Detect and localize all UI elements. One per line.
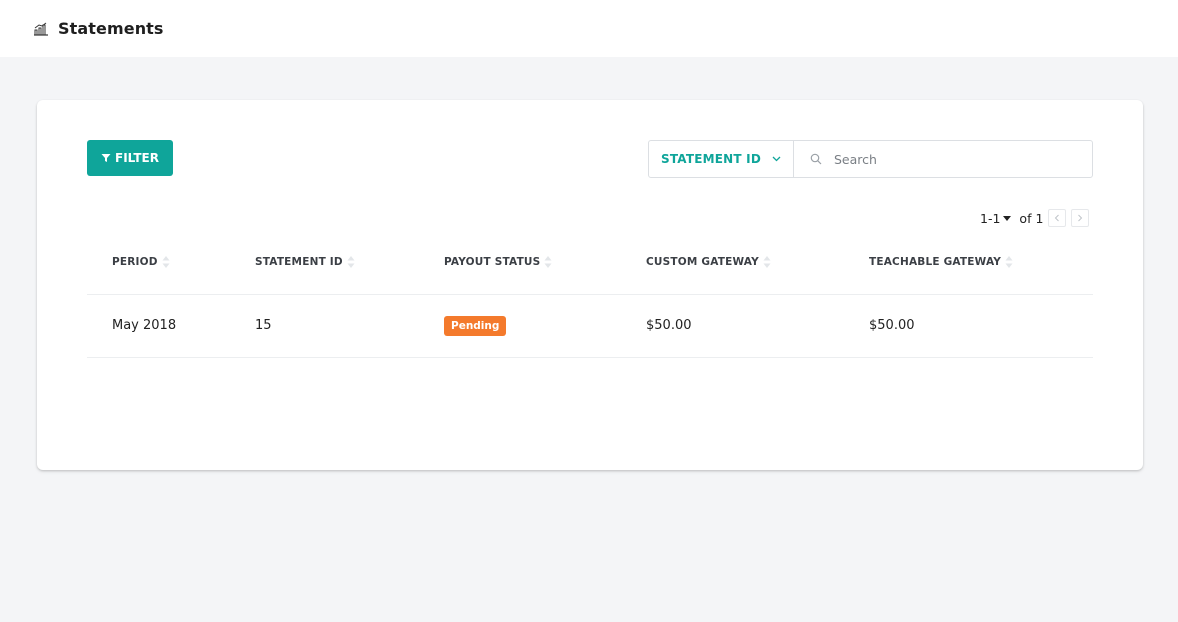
filter-icon xyxy=(101,153,111,163)
sort-icon xyxy=(162,255,170,269)
search-by-select[interactable]: STATEMENT ID xyxy=(649,141,794,177)
caret-down-icon xyxy=(1003,215,1012,221)
page-range-label: 1-1 xyxy=(980,210,1001,226)
search-field xyxy=(794,141,1092,177)
bar-chart-icon xyxy=(33,22,49,36)
column-header-payout-status[interactable]: PAYOUT STATUS xyxy=(419,231,621,295)
next-page-button[interactable] xyxy=(1071,209,1090,227)
page-title: Statements xyxy=(58,19,164,38)
column-header-statement-id[interactable]: STATEMENT ID xyxy=(230,231,419,295)
page-total-label: of 1 xyxy=(1019,210,1044,226)
search-icon xyxy=(810,153,822,165)
search-by-label: STATEMENT ID xyxy=(661,152,762,166)
statements-table: PERIOD STATEMENT ID PAYOUT STATUS CUSTOM… xyxy=(87,231,1093,358)
sort-icon xyxy=(544,255,552,269)
page-range-select[interactable]: 1-1 xyxy=(980,210,1012,226)
filter-button[interactable]: FILTER xyxy=(87,140,173,176)
column-header-period[interactable]: PERIOD xyxy=(87,231,230,295)
chevron-down-icon xyxy=(772,156,781,162)
table-row[interactable]: May 2018 15 Pending $50.00 $50.00 xyxy=(87,294,1093,358)
pagination: 1-1 of 1 xyxy=(980,208,1090,228)
search-input[interactable] xyxy=(834,141,1092,177)
cell-period: May 2018 xyxy=(87,294,230,358)
filter-button-label: FILTER xyxy=(115,151,159,165)
statements-card: FILTER STATEMENT ID 1-1 xyxy=(37,100,1143,470)
column-header-teachable-gateway[interactable]: TEACHABLE GATEWAY xyxy=(844,231,1093,295)
top-bar: Statements xyxy=(0,0,1178,57)
chevron-left-icon xyxy=(1055,214,1060,222)
column-header-custom-gateway[interactable]: CUSTOM GATEWAY xyxy=(621,231,844,295)
sort-icon xyxy=(763,255,771,269)
cell-teachable-gateway: $50.00 xyxy=(844,294,1093,358)
cell-payout-status: Pending xyxy=(419,294,621,358)
status-badge: Pending xyxy=(444,315,507,336)
search-group: STATEMENT ID xyxy=(648,140,1093,178)
prev-page-button[interactable] xyxy=(1048,209,1067,227)
cell-statement-id: 15 xyxy=(230,294,419,358)
sort-icon xyxy=(1005,255,1013,269)
table-header-row: PERIOD STATEMENT ID PAYOUT STATUS CUSTOM… xyxy=(87,231,1093,295)
chevron-right-icon xyxy=(1078,214,1083,222)
cell-custom-gateway: $50.00 xyxy=(621,294,844,358)
sort-icon xyxy=(347,255,355,269)
